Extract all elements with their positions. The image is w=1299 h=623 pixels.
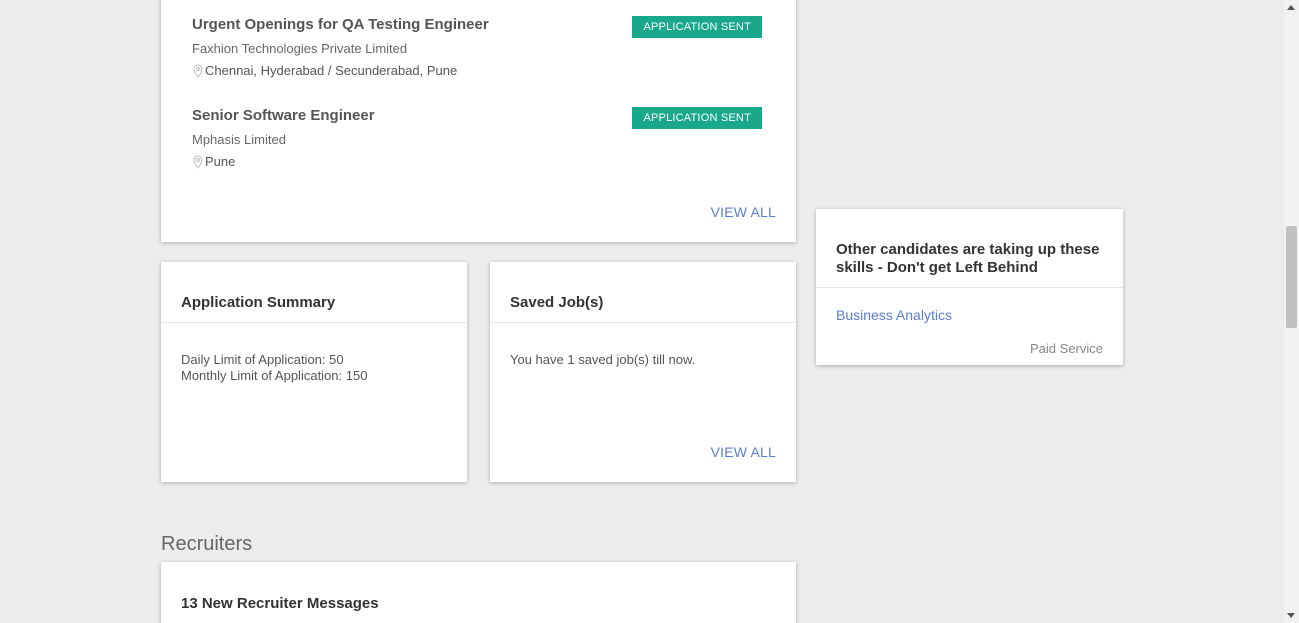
status-badge: APPLICATION SENT bbox=[632, 107, 762, 129]
scrollbar-thumb[interactable] bbox=[1286, 226, 1297, 328]
paid-service-label: Paid Service bbox=[1030, 341, 1103, 356]
vertical-scrollbar[interactable] bbox=[1284, 0, 1299, 623]
saved-jobs-title: Saved Job(s) bbox=[510, 294, 604, 311]
job-item[interactable]: Senior Software Engineer Mphasis Limited… bbox=[192, 107, 762, 169]
status-badge: APPLICATION SENT bbox=[632, 16, 762, 38]
card-header: Application Summary bbox=[161, 262, 467, 323]
job-location: Pune bbox=[192, 154, 762, 169]
business-analytics-link[interactable]: Business Analytics bbox=[836, 307, 952, 323]
daily-limit-text: Daily Limit of Application: 50 bbox=[181, 352, 344, 367]
job-location-text: Chennai, Hyderabad / Secunderabad, Pune bbox=[205, 63, 458, 78]
monthly-limit-text: Monthly Limit of Application: 150 bbox=[181, 368, 368, 383]
saved-jobs-text: You have 1 saved job(s) till now. bbox=[510, 352, 696, 367]
recruiters-heading: Recruiters bbox=[161, 533, 253, 555]
applications-view-all-link[interactable]: VIEW ALL bbox=[711, 204, 776, 220]
skills-title: Other candidates are taking up these ski… bbox=[836, 241, 1100, 276]
card-header: Saved Job(s) bbox=[490, 262, 796, 323]
saved-jobs-view-all-link[interactable]: VIEW ALL bbox=[711, 444, 776, 460]
skills-suggestion-card: Other candidates are taking up these ski… bbox=[816, 209, 1123, 365]
applications-card: Urgent Openings for QA Testing Engineer … bbox=[161, 0, 796, 242]
job-location: Chennai, Hyderabad / Secunderabad, Pune bbox=[192, 63, 762, 78]
location-pin-icon bbox=[193, 63, 203, 78]
scroll-up-arrow-icon[interactable] bbox=[1287, 5, 1295, 10]
application-summary-card: Application Summary Daily Limit of Appli… bbox=[161, 262, 467, 482]
job-company: Faxhion Technologies Private Limited bbox=[192, 41, 408, 56]
scroll-down-arrow-icon[interactable] bbox=[1287, 613, 1295, 618]
page: Urgent Openings for QA Testing Engineer … bbox=[0, 0, 1299, 623]
job-item[interactable]: Urgent Openings for QA Testing Engineer … bbox=[192, 16, 762, 78]
recruiter-messages-title[interactable]: 13 New Recruiter Messages bbox=[181, 595, 379, 612]
job-company: Mphasis Limited bbox=[192, 132, 286, 147]
saved-jobs-card: Saved Job(s) You have 1 saved job(s) til… bbox=[490, 262, 796, 482]
recruiters-card: 13 New Recruiter Messages bbox=[161, 562, 796, 623]
application-summary-title: Application Summary bbox=[181, 294, 336, 311]
card-header: Other candidates are taking up these ski… bbox=[816, 209, 1123, 288]
location-pin-icon bbox=[193, 154, 203, 169]
job-location-text: Pune bbox=[205, 154, 236, 169]
